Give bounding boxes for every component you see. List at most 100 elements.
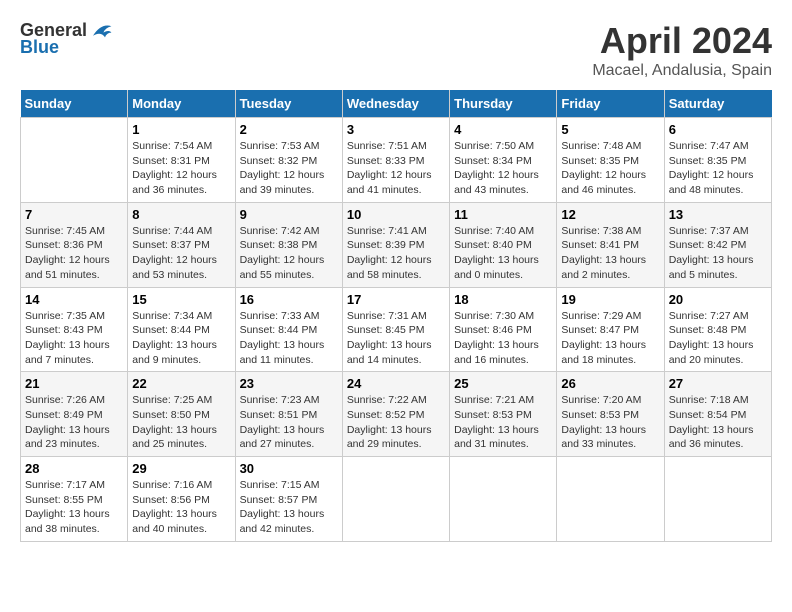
day-number: 5: [561, 122, 659, 137]
calendar-cell: [557, 457, 664, 542]
day-info: Sunrise: 7:30 AM Sunset: 8:46 PM Dayligh…: [454, 309, 552, 368]
calendar-cell: 23 Sunrise: 7:23 AM Sunset: 8:51 PM Dayli…: [235, 372, 342, 457]
day-info: Sunrise: 7:44 AM Sunset: 8:37 PM Dayligh…: [132, 224, 230, 283]
day-info: Sunrise: 7:41 AM Sunset: 8:39 PM Dayligh…: [347, 224, 445, 283]
day-info: Sunrise: 7:16 AM Sunset: 8:56 PM Dayligh…: [132, 478, 230, 537]
calendar-table: SundayMondayTuesdayWednesdayThursdayFrid…: [20, 90, 772, 542]
day-number: 23: [240, 376, 338, 391]
calendar-cell: 8Sunrise: 7:44 AM Sunset: 8:37 PM Daylig…: [128, 202, 235, 287]
calendar-cell: 30 Sunrise: 7:15 AM Sunset: 8:57 PM Dayli…: [235, 457, 342, 542]
calendar-cell: 20Sunrise: 7:27 AM Sunset: 8:48 PM Dayli…: [664, 287, 771, 372]
day-number: 17: [347, 292, 445, 307]
calendar-subtitle: Macael, Andalusia, Spain: [592, 62, 772, 80]
day-info: Sunrise: 7:23 AM Sunset: 8:51 PM Dayligh…: [240, 393, 338, 452]
col-header-tuesday: Tuesday: [235, 90, 342, 118]
day-info: Sunrise: 7:26 AM Sunset: 8:49 PM Dayligh…: [25, 393, 123, 452]
day-info: Sunrise: 7:31 AM Sunset: 8:45 PM Dayligh…: [347, 309, 445, 368]
day-number: 24: [347, 376, 445, 391]
header-row: SundayMondayTuesdayWednesdayThursdayFrid…: [21, 90, 772, 118]
day-number: 20: [669, 292, 767, 307]
day-number: 22: [132, 376, 230, 391]
day-number: 15: [132, 292, 230, 307]
calendar-cell: 9 Sunrise: 7:42 AM Sunset: 8:38 PM Daylig…: [235, 202, 342, 287]
week-row-1: 1 Sunrise: 7:54 AM Sunset: 8:31 PM Daylig…: [21, 118, 772, 203]
day-info: Sunrise: 7:34 AM Sunset: 8:44 PM Dayligh…: [132, 309, 230, 368]
title-section: April 2024 Macael, Andalusia, Spain: [592, 20, 772, 80]
calendar-cell: 21Sunrise: 7:26 AM Sunset: 8:49 PM Dayli…: [21, 372, 128, 457]
day-number: 16: [240, 292, 338, 307]
calendar-cell: 5 Sunrise: 7:48 AM Sunset: 8:35 PM Daylig…: [557, 118, 664, 203]
col-header-friday: Friday: [557, 90, 664, 118]
calendar-cell: 4 Sunrise: 7:50 AM Sunset: 8:34 PM Daylig…: [450, 118, 557, 203]
logo-bird-icon: [89, 21, 113, 41]
calendar-title: April 2024: [592, 20, 772, 62]
day-info: Sunrise: 7:22 AM Sunset: 8:52 PM Dayligh…: [347, 393, 445, 452]
day-info: Sunrise: 7:40 AM Sunset: 8:40 PM Dayligh…: [454, 224, 552, 283]
day-number: 14: [25, 292, 123, 307]
day-info: Sunrise: 7:17 AM Sunset: 8:55 PM Dayligh…: [25, 478, 123, 537]
day-number: 11: [454, 207, 552, 222]
day-number: 10: [347, 207, 445, 222]
col-header-saturday: Saturday: [664, 90, 771, 118]
calendar-cell: 26 Sunrise: 7:20 AM Sunset: 8:53 PM Dayli…: [557, 372, 664, 457]
calendar-cell: 11 Sunrise: 7:40 AM Sunset: 8:40 PM Dayli…: [450, 202, 557, 287]
calendar-cell: 2Sunrise: 7:53 AM Sunset: 8:32 PM Daylig…: [235, 118, 342, 203]
day-number: 7: [25, 207, 123, 222]
calendar-cell: 13 Sunrise: 7:37 AM Sunset: 8:42 PM Dayli…: [664, 202, 771, 287]
day-info: Sunrise: 7:48 AM Sunset: 8:35 PM Dayligh…: [561, 139, 659, 198]
day-info: Sunrise: 7:54 AM Sunset: 8:31 PM Dayligh…: [132, 139, 230, 198]
calendar-cell: 6Sunrise: 7:47 AM Sunset: 8:35 PM Daylig…: [664, 118, 771, 203]
day-number: 4: [454, 122, 552, 137]
col-header-monday: Monday: [128, 90, 235, 118]
day-number: 30: [240, 461, 338, 476]
day-number: 13: [669, 207, 767, 222]
day-info: Sunrise: 7:29 AM Sunset: 8:47 PM Dayligh…: [561, 309, 659, 368]
calendar-cell: 3Sunrise: 7:51 AM Sunset: 8:33 PM Daylig…: [342, 118, 449, 203]
calendar-cell: 1 Sunrise: 7:54 AM Sunset: 8:31 PM Daylig…: [128, 118, 235, 203]
day-info: Sunrise: 7:35 AM Sunset: 8:43 PM Dayligh…: [25, 309, 123, 368]
calendar-cell: 22 Sunrise: 7:25 AM Sunset: 8:50 PM Dayli…: [128, 372, 235, 457]
calendar-cell: 16 Sunrise: 7:33 AM Sunset: 8:44 PM Dayli…: [235, 287, 342, 372]
calendar-cell: [664, 457, 771, 542]
day-number: 26: [561, 376, 659, 391]
day-info: Sunrise: 7:25 AM Sunset: 8:50 PM Dayligh…: [132, 393, 230, 452]
calendar-cell: 12 Sunrise: 7:38 AM Sunset: 8:41 PM Dayli…: [557, 202, 664, 287]
week-row-5: 28 Sunrise: 7:17 AM Sunset: 8:55 PM Dayli…: [21, 457, 772, 542]
col-header-wednesday: Wednesday: [342, 90, 449, 118]
calendar-cell: 25Sunrise: 7:21 AM Sunset: 8:53 PM Dayli…: [450, 372, 557, 457]
day-number: 18: [454, 292, 552, 307]
week-row-2: 7 Sunrise: 7:45 AM Sunset: 8:36 PM Daylig…: [21, 202, 772, 287]
logo-blue-text: Blue: [20, 37, 59, 58]
calendar-cell: 24 Sunrise: 7:22 AM Sunset: 8:52 PM Dayli…: [342, 372, 449, 457]
week-row-3: 14 Sunrise: 7:35 AM Sunset: 8:43 PM Dayli…: [21, 287, 772, 372]
day-number: 12: [561, 207, 659, 222]
day-number: 9: [240, 207, 338, 222]
calendar-cell: [342, 457, 449, 542]
col-header-thursday: Thursday: [450, 90, 557, 118]
day-number: 27: [669, 376, 767, 391]
day-number: 28: [25, 461, 123, 476]
calendar-cell: 27Sunrise: 7:18 AM Sunset: 8:54 PM Dayli…: [664, 372, 771, 457]
day-info: Sunrise: 7:37 AM Sunset: 8:42 PM Dayligh…: [669, 224, 767, 283]
calendar-cell: 19 Sunrise: 7:29 AM Sunset: 8:47 PM Dayli…: [557, 287, 664, 372]
day-info: Sunrise: 7:50 AM Sunset: 8:34 PM Dayligh…: [454, 139, 552, 198]
col-header-sunday: Sunday: [21, 90, 128, 118]
calendar-cell: 10 Sunrise: 7:41 AM Sunset: 8:39 PM Dayli…: [342, 202, 449, 287]
day-number: 1: [132, 122, 230, 137]
header: General Blue April 2024 Macael, Andalusi…: [20, 20, 772, 80]
day-info: Sunrise: 7:45 AM Sunset: 8:36 PM Dayligh…: [25, 224, 123, 283]
day-info: Sunrise: 7:33 AM Sunset: 8:44 PM Dayligh…: [240, 309, 338, 368]
calendar-cell: 15 Sunrise: 7:34 AM Sunset: 8:44 PM Dayli…: [128, 287, 235, 372]
day-info: Sunrise: 7:53 AM Sunset: 8:32 PM Dayligh…: [240, 139, 338, 198]
day-number: 19: [561, 292, 659, 307]
day-info: Sunrise: 7:38 AM Sunset: 8:41 PM Dayligh…: [561, 224, 659, 283]
week-row-4: 21Sunrise: 7:26 AM Sunset: 8:49 PM Dayli…: [21, 372, 772, 457]
day-info: Sunrise: 7:21 AM Sunset: 8:53 PM Dayligh…: [454, 393, 552, 452]
day-info: Sunrise: 7:15 AM Sunset: 8:57 PM Dayligh…: [240, 478, 338, 537]
calendar-cell: 18 Sunrise: 7:30 AM Sunset: 8:46 PM Dayli…: [450, 287, 557, 372]
day-info: Sunrise: 7:20 AM Sunset: 8:53 PM Dayligh…: [561, 393, 659, 452]
day-info: Sunrise: 7:42 AM Sunset: 8:38 PM Dayligh…: [240, 224, 338, 283]
day-number: 3: [347, 122, 445, 137]
calendar-cell: [21, 118, 128, 203]
calendar-cell: 7 Sunrise: 7:45 AM Sunset: 8:36 PM Daylig…: [21, 202, 128, 287]
